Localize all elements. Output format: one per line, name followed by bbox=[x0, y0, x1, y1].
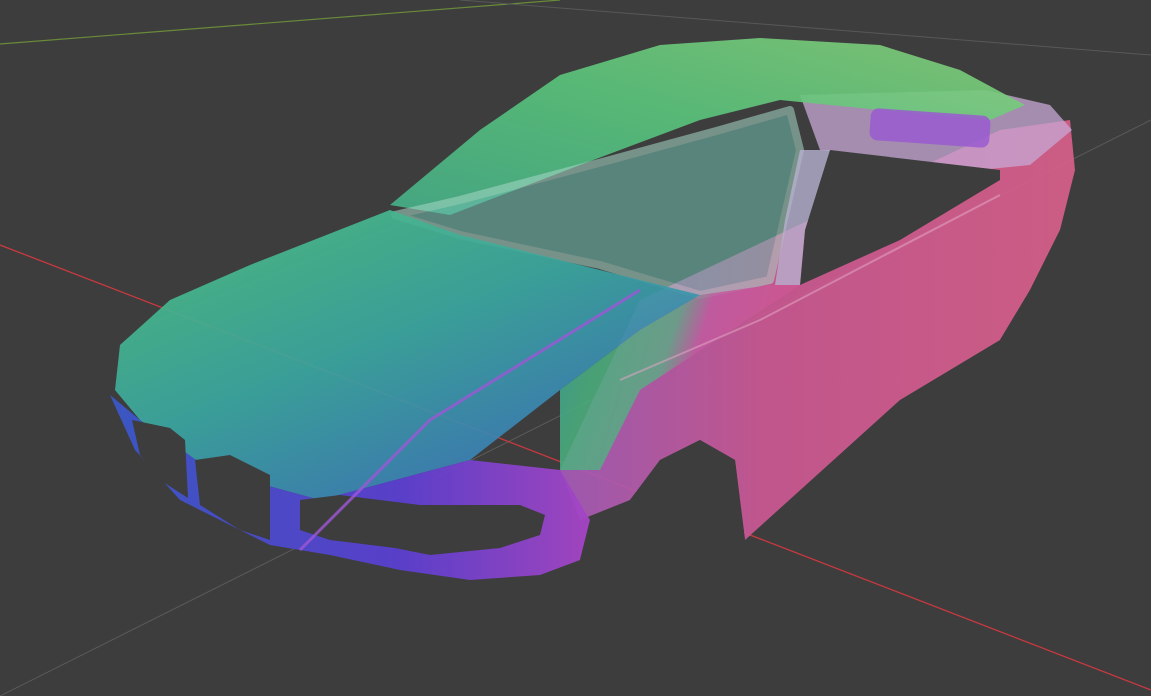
car-body-mesh[interactable] bbox=[110, 38, 1151, 580]
y-axis-line bbox=[0, 0, 561, 45]
viewport-canvas[interactable] bbox=[0, 0, 1151, 696]
3d-viewport[interactable] bbox=[0, 0, 1151, 696]
